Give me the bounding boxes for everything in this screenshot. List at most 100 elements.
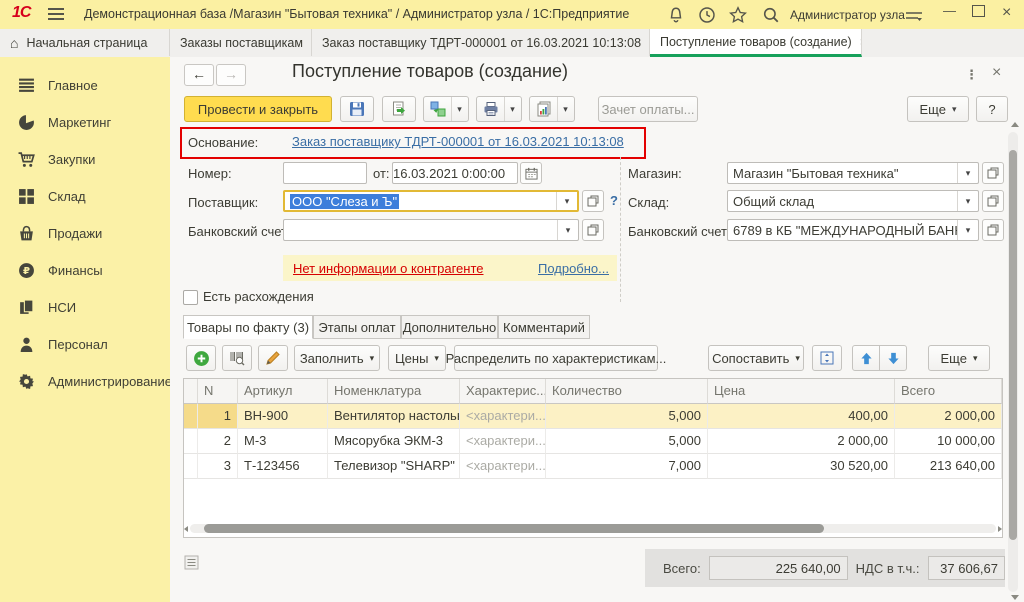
arrow-up-icon — [860, 352, 873, 365]
dropdown-arrow-icon[interactable]: ▾ — [451, 97, 467, 121]
column-header[interactable]: Артикул — [238, 379, 328, 404]
form-more-button[interactable]: Еще▾ — [907, 96, 969, 122]
copy-create-based-button[interactable]: ▾ — [423, 96, 469, 122]
form-close-icon[interactable]: × — [992, 64, 1001, 82]
dropdown-arrow-icon[interactable]: ▾ — [556, 192, 577, 210]
tab-goods-receipt-active[interactable]: Поступление товаров (создание) × — [650, 29, 862, 57]
notifications-bell-icon[interactable] — [667, 6, 685, 24]
tab-comment[interactable]: Комментарий — [498, 315, 590, 339]
service-menu-icon[interactable] — [905, 8, 923, 26]
add-row-button[interactable] — [186, 345, 216, 371]
warehouse-open-icon[interactable] — [982, 190, 1004, 212]
column-header[interactable]: Цена — [708, 379, 895, 404]
sidebar-item-finance[interactable]: ₽ Финансы — [0, 253, 170, 287]
number-input[interactable] — [283, 162, 367, 184]
distribute-by-characteristics-button[interactable]: Распределить по характеристикам... — [454, 345, 658, 371]
store-combo-input[interactable]: Магазин "Бытовая техника" ▾ — [727, 162, 979, 184]
scroll-right-icon[interactable] — [998, 526, 1002, 532]
sidebar-item-purchases[interactable]: Закупки — [0, 142, 170, 176]
move-row-down-button[interactable] — [879, 345, 907, 371]
bank-account-combo-input[interactable]: ▾ — [283, 219, 579, 241]
date-input[interactable]: 16.03.2021 0:00:00 — [392, 162, 518, 184]
reports-button[interactable]: ▾ — [529, 96, 575, 122]
store-open-icon[interactable] — [982, 162, 1004, 184]
fill-button[interactable]: Заполнить▾ — [294, 345, 380, 371]
dropdown-arrow-icon[interactable]: ▾ — [957, 163, 978, 183]
supplier-open-icon[interactable] — [582, 190, 604, 212]
table-row[interactable]: 1 ВН-900 Вентилятор настольный <характер… — [184, 404, 1002, 429]
table-row[interactable]: 2 М-3 Мясорубка ЭКМ-3 <характери... 5,00… — [184, 429, 1002, 454]
tab-goods-actual[interactable]: Товары по факту (3) — [183, 315, 313, 339]
tab-additional[interactable]: Дополнительно — [401, 315, 498, 339]
tab-close-icon[interactable]: × — [860, 35, 862, 49]
move-row-up-button[interactable] — [852, 345, 880, 371]
grid-icon — [18, 188, 35, 205]
current-user[interactable]: Администратор узла — [790, 8, 905, 22]
prices-button[interactable]: Цены▾ — [388, 345, 446, 371]
horizontal-scrollbar[interactable] — [190, 524, 996, 533]
supplier-combo-input[interactable]: ООО "Слеза и Ъ" ▾ — [283, 190, 579, 212]
expand-rows-button[interactable] — [812, 345, 842, 371]
calendar-icon[interactable] — [520, 162, 542, 184]
table-row[interactable]: 3 Т-123456 Телевизор "SHARP" <характери.… — [184, 454, 1002, 479]
dropdown-arrow-icon[interactable]: ▾ — [504, 97, 520, 121]
vertical-scrollbar[interactable] — [1008, 132, 1018, 592]
search-icon[interactable] — [762, 6, 780, 24]
dropdown-arrow-icon[interactable]: ▾ — [957, 220, 978, 240]
form-menu-dots-icon[interactable]: ⋮ — [965, 67, 978, 83]
minimize-button[interactable]: — — [943, 3, 956, 18]
dropdown-arrow-icon[interactable]: ▾ — [557, 220, 578, 240]
column-header[interactable]: Характерис... — [460, 379, 546, 404]
sidebar-item-personnel[interactable]: Персонал — [0, 327, 170, 361]
print-button[interactable]: ▾ — [476, 96, 522, 122]
column-header[interactable]: N — [198, 379, 238, 404]
edit-row-button[interactable] — [258, 345, 288, 371]
post-and-close-button[interactable]: Провести и закрыть — [184, 96, 332, 122]
sidebar-item-marketing[interactable]: Маркетинг — [0, 105, 170, 139]
dropdown-arrow-icon[interactable]: ▾ — [557, 97, 573, 121]
history-icon[interactable] — [698, 6, 716, 24]
payment-offset-button[interactable]: Зачет оплаты... — [598, 96, 698, 122]
column-header[interactable]: Всего — [895, 379, 1002, 404]
sidebar-item-sales[interactable]: Продажи — [0, 216, 170, 250]
close-window-button[interactable]: × — [1002, 4, 1011, 22]
warehouse-combo-input[interactable]: Общий склад ▾ — [727, 190, 979, 212]
details-link[interactable]: Подробно... — [538, 261, 609, 276]
dropdown-arrow-icon[interactable]: ▾ — [957, 191, 978, 211]
scroll-left-icon[interactable] — [184, 526, 188, 532]
scroll-down-icon[interactable] — [1011, 595, 1019, 600]
totals-panel: Всего: 225 640,00 НДС в т.ч.: 37 606,67 — [645, 549, 1005, 587]
basis-document-link[interactable]: Заказ поставщику ТДРТ-000001 от 16.03.20… — [292, 134, 624, 149]
bank-account2-combo-input[interactable]: 6789 в КБ "МЕЖДУНАРОДНЫЙ БАНК РАЗ ▾ — [727, 219, 979, 241]
sidebar-item-warehouse[interactable]: Склад — [0, 179, 170, 213]
sidebar-item-main[interactable]: Главное — [0, 68, 170, 102]
tab-supplier-orders[interactable]: Заказы поставщикам × — [170, 29, 312, 56]
favorites-star-icon[interactable] — [729, 6, 747, 24]
column-header[interactable]: Количество — [546, 379, 708, 404]
tab-home[interactable]: ⌂ Начальная страница — [0, 29, 170, 56]
tab-payment-stages[interactable]: Этапы оплат — [313, 315, 401, 339]
save-button[interactable] — [340, 96, 374, 122]
discrepancy-checkbox[interactable] — [183, 290, 198, 305]
vertical-scroll-thumb[interactable] — [1009, 150, 1017, 540]
horizontal-scroll-thumb[interactable] — [204, 524, 824, 533]
back-button[interactable]: ← — [184, 64, 214, 86]
sidebar-item-administration[interactable]: Администрирование — [0, 364, 170, 398]
bank-account-open-icon[interactable] — [582, 219, 604, 241]
tab-supplier-order-document[interactable]: Заказ поставщику ТДРТ-000001 от 16.03.20… — [312, 29, 650, 56]
scroll-up-icon[interactable] — [1011, 122, 1019, 127]
help-button[interactable]: ? — [976, 96, 1008, 122]
table-more-button[interactable]: Еще▾ — [928, 345, 990, 371]
column-header[interactable]: Номенклатура — [328, 379, 460, 404]
maximize-button[interactable] — [972, 5, 985, 17]
forward-button[interactable]: → — [216, 64, 246, 86]
footer-list-icon[interactable] — [184, 555, 199, 573]
bank-account2-open-icon[interactable] — [982, 219, 1004, 241]
supplier-help-icon[interactable]: ? — [610, 193, 618, 208]
main-menu-icon[interactable] — [48, 8, 64, 20]
post-document-button[interactable] — [382, 96, 416, 122]
no-counterparty-info-link[interactable]: Нет информации о контрагенте — [293, 261, 484, 276]
sidebar-item-nsi[interactable]: НСИ — [0, 290, 170, 324]
barcode-scan-button[interactable] — [222, 345, 252, 371]
match-button[interactable]: Сопоставить▾ — [708, 345, 804, 371]
